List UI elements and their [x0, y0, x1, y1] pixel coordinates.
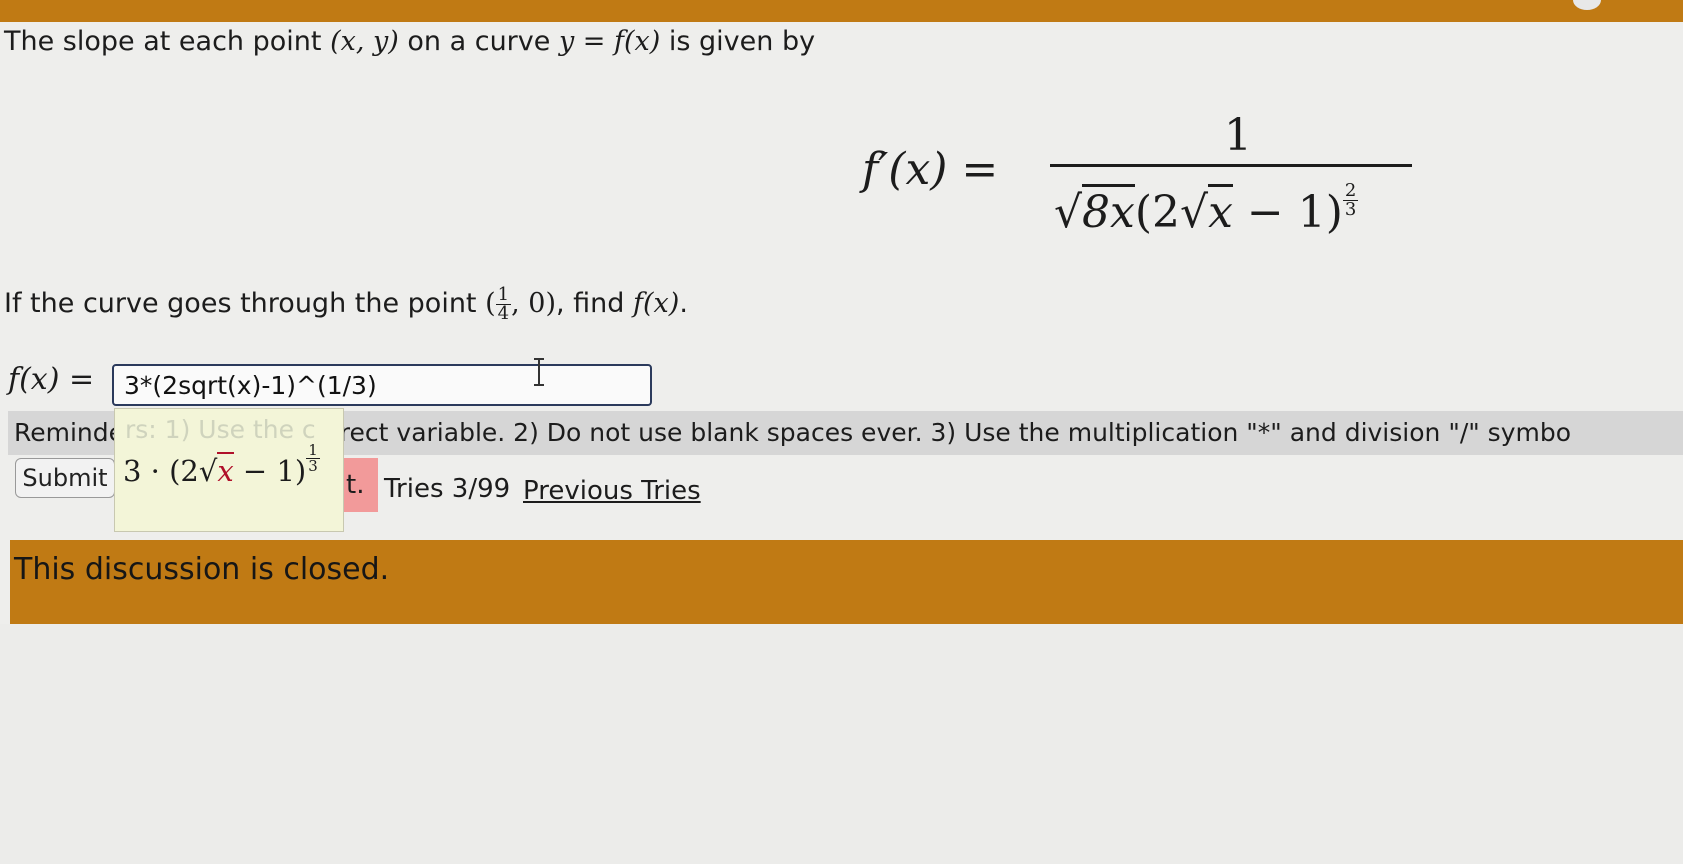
tries-count: Tries 3/99 — [384, 474, 511, 504]
sqrt-symbol-icon: √ — [198, 454, 218, 488]
discussion-closed-banner: This discussion is closed. — [10, 540, 1683, 624]
top-banner — [0, 0, 1683, 22]
fraction-bar — [1050, 164, 1412, 167]
question-line-1: The slope at each point (x, y) on a curv… — [4, 26, 816, 57]
formula-numerator: 1 — [1224, 110, 1252, 161]
sqrt-symbol-icon: √ — [1180, 187, 1209, 238]
sqrt-symbol-icon: √ — [1054, 187, 1083, 238]
preview-ghost-text: rs: 1) Use the c — [125, 415, 316, 444]
formula-denominator: √8x(2√x − 1) 2 3 — [1054, 180, 1359, 238]
point-xy: (x, y) — [330, 26, 399, 57]
preview-exponent: 13 — [306, 441, 320, 475]
text-cursor-icon — [534, 358, 544, 386]
feedback-status: t. — [346, 470, 365, 500]
submit-button[interactable]: Submit — [15, 458, 115, 498]
math-preview-popup: rs: 1) Use the c 3 · (2√x − 1) 1 3 — [114, 408, 344, 532]
question-line-2: If the curve goes through the point (1 4,… — [4, 284, 688, 324]
point-fraction: 14 — [495, 284, 512, 324]
formula-exponent: 23 — [1342, 180, 1359, 220]
curve-eq: y = f(x) — [558, 26, 661, 57]
top-circle-icon[interactable] — [1573, 0, 1601, 10]
preview-math: 3 · (2√x − 1) 1 3 — [123, 441, 320, 488]
derivative-formula: f′(x) = 1 √8x(2√x − 1) 2 3 — [862, 110, 1422, 250]
answer-label: f(x) = — [8, 362, 95, 397]
blank-area — [0, 624, 1683, 864]
answer-input[interactable] — [112, 364, 652, 406]
formula-lhs: f′(x) = — [862, 144, 999, 195]
previous-tries-link[interactable]: Previous Tries — [523, 476, 701, 506]
